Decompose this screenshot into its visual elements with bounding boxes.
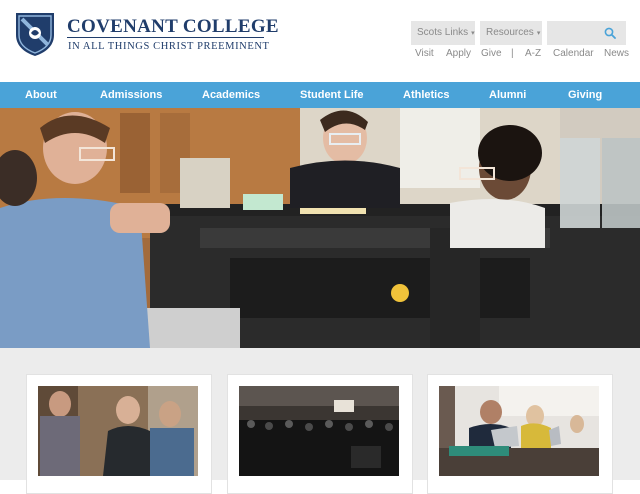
- link-visit[interactable]: Visit: [415, 48, 434, 59]
- nav-athletics[interactable]: Athletics: [403, 82, 449, 108]
- search-icon[interactable]: [604, 27, 616, 39]
- link-news[interactable]: News: [604, 48, 629, 59]
- nav-student-life[interactable]: Student Life: [300, 82, 364, 108]
- nav-alumni[interactable]: Alumni: [489, 82, 526, 108]
- nav-admissions[interactable]: Admissions: [100, 82, 162, 108]
- faculty-photo: [38, 386, 198, 476]
- scots-links-dropdown[interactable]: Scots Links ▾: [411, 21, 475, 45]
- chevron-down-icon: ▾: [471, 30, 475, 37]
- commencement-photo: [239, 386, 399, 476]
- classroom-photo: [439, 386, 599, 476]
- feature-card-classroom[interactable]: [427, 374, 613, 494]
- scots-links-label: Scots Links: [417, 27, 469, 38]
- logo-divider: [67, 37, 264, 38]
- resources-label: Resources: [486, 27, 534, 38]
- link-a-z[interactable]: A-Z: [525, 48, 541, 59]
- main-nav: About Admissions Academics Student Life …: [0, 82, 640, 108]
- utility-divider: |: [511, 48, 514, 59]
- feature-card-faculty[interactable]: [26, 374, 212, 494]
- feature-card-commencement[interactable]: [227, 374, 413, 494]
- link-calendar[interactable]: Calendar: [553, 48, 594, 59]
- link-give[interactable]: Give: [481, 48, 502, 59]
- site-header: COVENANT COLLEGE IN ALL THINGS CHRIST PR…: [0, 0, 640, 82]
- search-input[interactable]: [547, 21, 626, 45]
- college-name[interactable]: COVENANT COLLEGE: [67, 16, 279, 38]
- nav-about[interactable]: About: [25, 82, 57, 108]
- utility-links: Visit Apply Give | A-Z Calendar News: [408, 48, 640, 62]
- link-apply[interactable]: Apply: [446, 48, 471, 59]
- nav-giving[interactable]: Giving: [568, 82, 602, 108]
- college-tagline: IN ALL THINGS CHRIST PREEMINENT: [68, 41, 270, 52]
- shield-logo-icon[interactable]: [14, 11, 56, 57]
- chevron-down-icon: ▾: [536, 30, 541, 37]
- nav-academics[interactable]: Academics: [202, 82, 260, 108]
- resources-dropdown[interactable]: Resources ▾: [480, 21, 542, 45]
- hero-image: [0, 108, 640, 348]
